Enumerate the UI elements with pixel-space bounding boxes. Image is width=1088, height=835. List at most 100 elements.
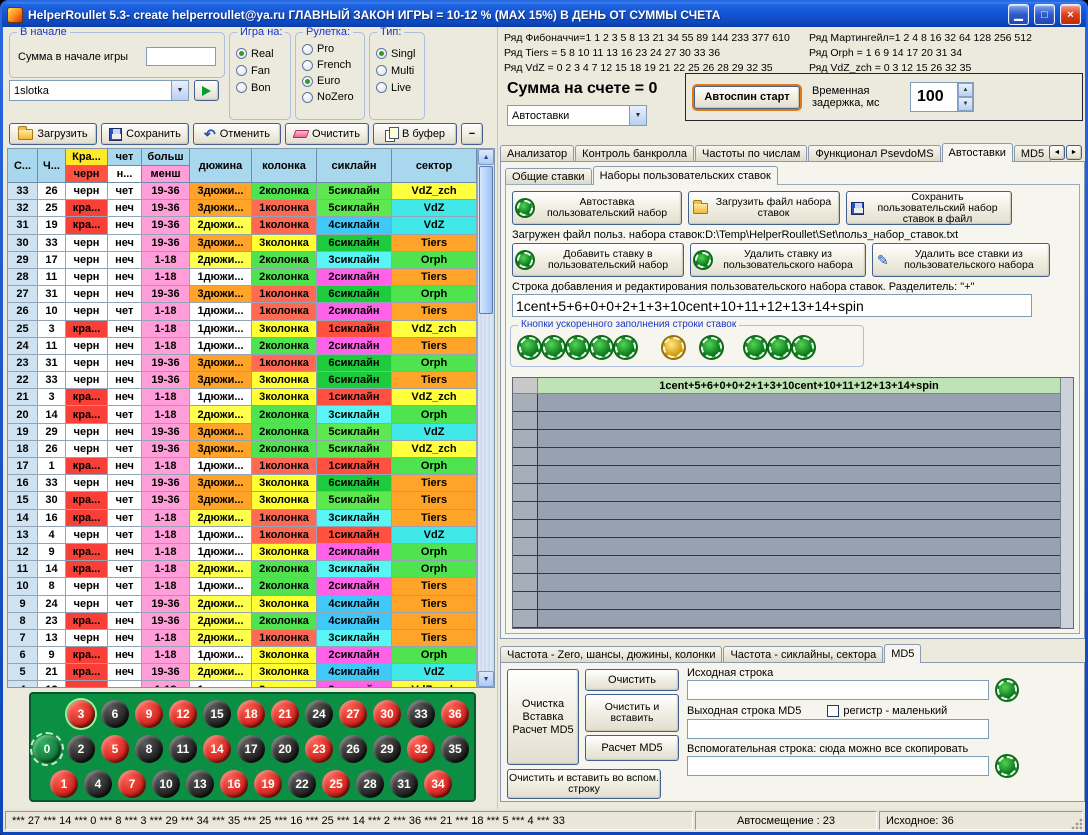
md5-output-input[interactable]: [687, 719, 989, 739]
board-number-30[interactable]: 30: [373, 700, 401, 728]
radio-real[interactable]: Real: [230, 45, 290, 62]
radio-multi[interactable]: Multi: [370, 62, 424, 79]
table-row[interactable]: 823кра...неч19-362дюжи...2колонка4сиклай…: [8, 613, 477, 630]
to-buffer-button[interactable]: В буфер: [373, 123, 457, 145]
bet-list-scroll-strip[interactable]: [1060, 378, 1073, 628]
board-number-32[interactable]: 32: [407, 735, 435, 763]
board-number-21[interactable]: 21: [271, 700, 299, 728]
chip-button-10[interactable]: [793, 337, 814, 358]
table-row[interactable]: 521кра...неч19-362дюжи...3колонка4сиклай…: [8, 664, 477, 681]
board-number-27[interactable]: 27: [339, 700, 367, 728]
table-row[interactable]: 171кра...неч1-181дюжи...1колонка1сиклайн…: [8, 458, 477, 475]
board-number-10[interactable]: 10: [152, 770, 180, 798]
table-row[interactable]: 412кра...чет1-181дюжи...3колонка2сиклайн…: [8, 681, 477, 687]
bet-list-row[interactable]: [513, 412, 1060, 430]
bet-list-row[interactable]: [513, 502, 1060, 520]
board-number-18[interactable]: 18: [237, 700, 265, 728]
board-number-15[interactable]: 15: [203, 700, 231, 728]
table-row[interactable]: 2014кра...чет1-182дюжи...2колонка3сиклай…: [8, 406, 477, 423]
bet-list-row[interactable]: [513, 556, 1060, 574]
table-row[interactable]: 134чернчет1-181дюжи...1колонка1сиклайнVd…: [8, 527, 477, 544]
bet-list-row[interactable]: [513, 574, 1060, 592]
table-row[interactable]: 69кра...неч1-181дюжи...3колонка2сиклайнO…: [8, 647, 477, 664]
table-row[interactable]: 3119кра...неч19-362дюжи...1колонка4сикла…: [8, 217, 477, 234]
remove-bet-button[interactable]: Удалить ставку из пользовательского набо…: [690, 243, 866, 277]
tab-scroll-left-icon[interactable]: ◄: [1049, 145, 1065, 160]
board-number-14[interactable]: 14: [203, 735, 231, 763]
table-scrollbar[interactable]: ▲ ▼: [477, 149, 494, 687]
table-row[interactable]: 1114кра...чет1-182дюжи...2колонка3сиклай…: [8, 561, 477, 578]
bet-list-row[interactable]: [513, 394, 1060, 412]
tab-md5-tool[interactable]: MD5: [884, 644, 921, 663]
board-number-23[interactable]: 23: [305, 735, 333, 763]
tab-md5[interactable]: MD5: [1014, 145, 1051, 162]
bet-list-row[interactable]: [513, 610, 1060, 628]
table-row[interactable]: 2233черннеч19-363дюжи...3колонка6сиклайн…: [8, 372, 477, 389]
board-number-8[interactable]: 8: [135, 735, 163, 763]
lowercase-option[interactable]: регистр - маленький: [827, 705, 947, 717]
table-row[interactable]: 2411черннеч1-181дюжи...2колонка2сиклайнT…: [8, 338, 477, 355]
radio-bon[interactable]: Bon: [230, 79, 290, 96]
md5-source-input[interactable]: [687, 680, 989, 700]
slot-select[interactable]: 1slotka ▼: [9, 80, 189, 101]
table-row[interactable]: 253кра...неч1-181дюжи...3колонка1сиклайн…: [8, 321, 477, 338]
md5-aux-chip-button[interactable]: [997, 756, 1017, 776]
remove-all-bets-button[interactable]: ✎ Удалить все ставки из пользовательског…: [872, 243, 1050, 277]
table-row[interactable]: 213кра...неч1-181дюжи...3колонка1сиклайн…: [8, 389, 477, 406]
md5-clear-button[interactable]: Очистить: [585, 669, 679, 691]
close-button[interactable]: ×: [1060, 4, 1081, 25]
md5-aux-input[interactable]: [687, 756, 989, 776]
md5-source-chip-button[interactable]: [997, 680, 1017, 700]
autospin-start-button[interactable]: Автоспин старт: [694, 86, 800, 109]
add-bet-button[interactable]: Добавить ставку в пользовательский набор: [512, 243, 684, 277]
board-number-6[interactable]: 6: [101, 700, 129, 728]
lowercase-checkbox[interactable]: [827, 705, 839, 717]
board-number-33[interactable]: 33: [407, 700, 435, 728]
board-number-22[interactable]: 22: [288, 770, 316, 798]
save-bet-set-file-button[interactable]: Сохранить пользовательский набор ставок …: [846, 191, 1012, 225]
board-number-1[interactable]: 1: [50, 770, 78, 798]
start-sum-input[interactable]: [146, 47, 216, 66]
scrollbar-track[interactable]: [478, 165, 494, 671]
board-number-20[interactable]: 20: [271, 735, 299, 763]
table-row[interactable]: 713черннеч1-182дюжи...1колонка3сиклайнTi…: [8, 630, 477, 647]
bet-list-row[interactable]: [513, 448, 1060, 466]
tab-autobets[interactable]: Автоставки: [942, 143, 1013, 162]
bet-list-row[interactable]: [513, 520, 1060, 538]
table-row[interactable]: 3033черннеч19-363дюжи...3колонка6сиклайн…: [8, 235, 477, 252]
chip-button-6[interactable]: [663, 337, 684, 358]
board-number-11[interactable]: 11: [169, 735, 197, 763]
tab-freq-sixlines-sectors[interactable]: Частота - сиклайны, сектора: [723, 646, 883, 663]
autobets-select[interactable]: Автоставки ▼: [507, 105, 647, 126]
tab-common-bets[interactable]: Общие ставки: [505, 168, 592, 185]
autobet-user-set-button[interactable]: Автоставка пользовательский набор: [512, 191, 682, 225]
delay-spinner[interactable]: 100 ▲ ▼: [910, 82, 974, 112]
board-number-29[interactable]: 29: [373, 735, 401, 763]
bet-list-row[interactable]: [513, 538, 1060, 556]
scrollbar-thumb[interactable]: [479, 166, 493, 314]
radio-euro[interactable]: Euro: [296, 73, 364, 89]
scroll-down-icon[interactable]: ▼: [478, 671, 494, 687]
board-number-35[interactable]: 35: [441, 735, 469, 763]
scroll-up-icon[interactable]: ▲: [478, 149, 494, 165]
maximize-button[interactable]: □: [1034, 4, 1055, 25]
board-number-16[interactable]: 16: [220, 770, 248, 798]
save-button[interactable]: Сохранить: [101, 123, 189, 145]
board-number-26[interactable]: 26: [339, 735, 367, 763]
chip-button-1[interactable]: [519, 337, 540, 358]
resize-grip[interactable]: [1070, 817, 1083, 830]
md5-combo-button[interactable]: Очистка Вставка Расчет MD5: [507, 669, 579, 765]
collapse-button[interactable]: −: [461, 123, 483, 145]
chip-button-4[interactable]: [591, 337, 612, 358]
chip-button-8[interactable]: [745, 337, 766, 358]
board-number-7[interactable]: 7: [118, 770, 146, 798]
board-number-31[interactable]: 31: [390, 770, 418, 798]
table-row[interactable]: 1633черннеч19-363дюжи...3колонка6сиклайн…: [8, 475, 477, 492]
tab-number-frequencies[interactable]: Частоты по числам: [695, 145, 807, 162]
spinner-down-icon[interactable]: ▼: [958, 97, 973, 111]
table-row[interactable]: 1826чернчет19-363дюжи...2колонка5сиклайн…: [8, 441, 477, 458]
table-row[interactable]: 2811черннеч1-181дюжи...2колонка2сиклайнT…: [8, 269, 477, 286]
board-number-34[interactable]: 34: [424, 770, 452, 798]
table-row[interactable]: 2731черннеч19-363дюжи...1колонка6сиклайн…: [8, 286, 477, 303]
board-number-28[interactable]: 28: [356, 770, 384, 798]
